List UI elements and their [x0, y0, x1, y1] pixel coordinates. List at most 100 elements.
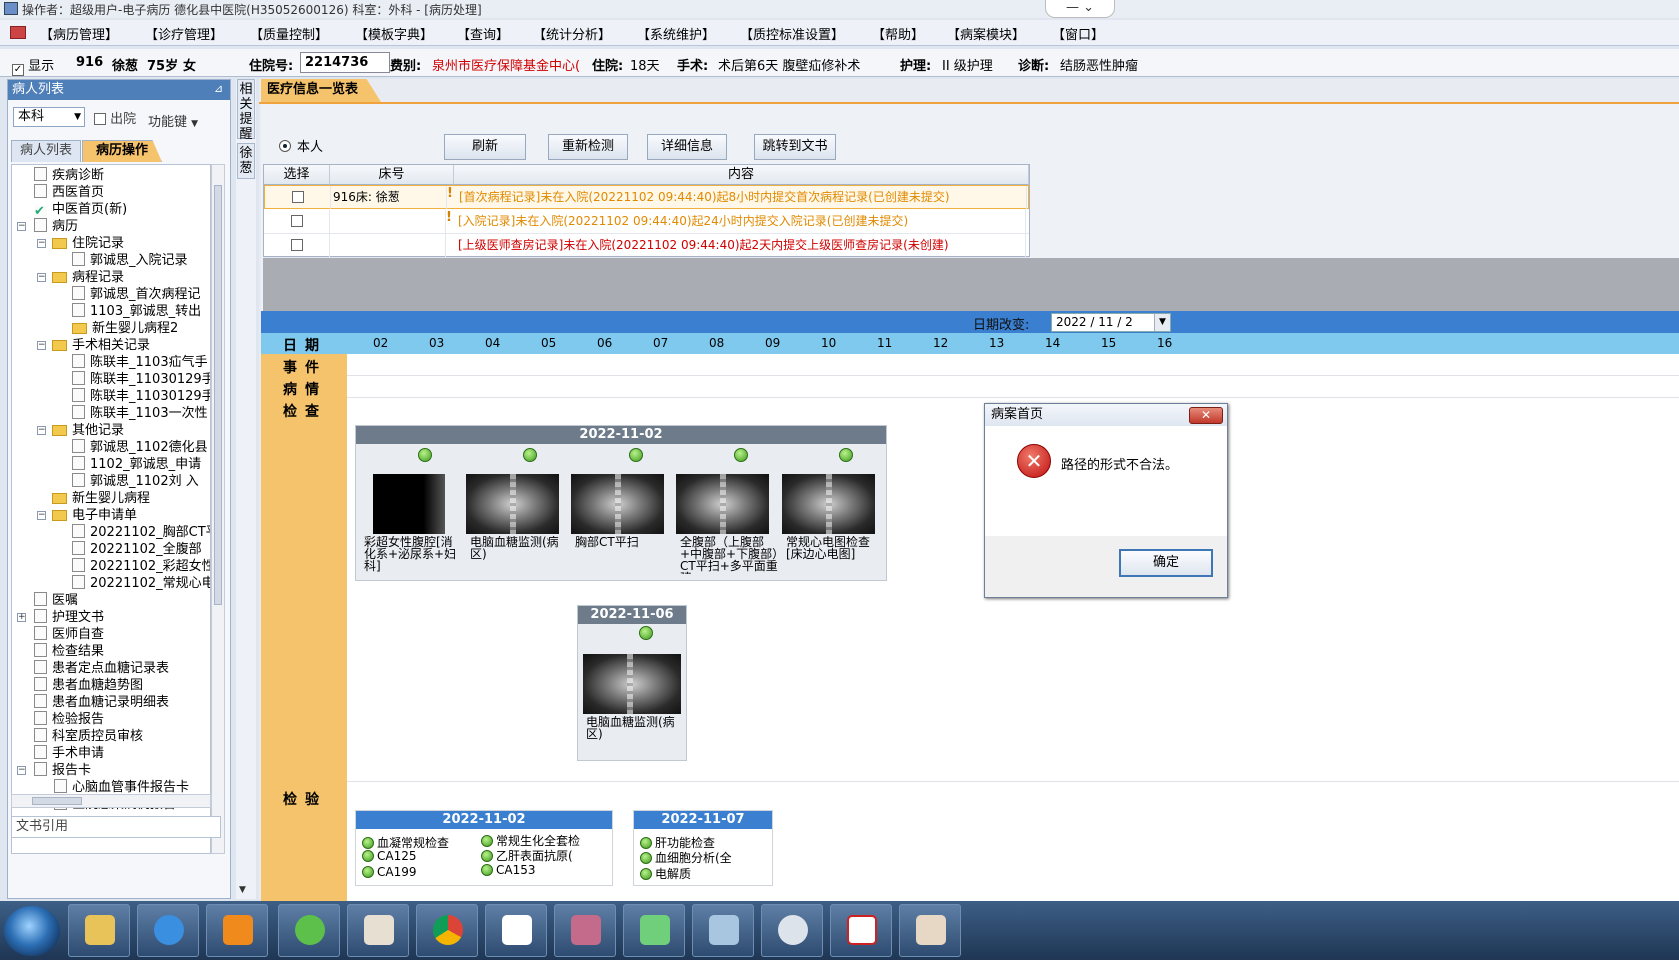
- recheck-button[interactable]: 重新检测: [548, 134, 628, 160]
- tab-medical-info-overview[interactable]: 医疗信息一览表: [261, 79, 381, 102]
- column-header-bed[interactable]: 床号: [330, 165, 454, 185]
- tree-item[interactable]: 20221102_常规心电: [72, 575, 210, 593]
- tree-item[interactable]: 20221102_全腹部: [72, 541, 202, 559]
- taskbar-visual-c[interactable]: [830, 904, 892, 957]
- show-checkbox[interactable]: ✓: [12, 64, 24, 76]
- lab-item[interactable]: CA153: [481, 863, 536, 877]
- scroll-thumb[interactable]: [214, 185, 222, 605]
- tab-related-reminders[interactable]: 相关提醒: [237, 79, 255, 142]
- tree-item[interactable]: 陈联丰_11030129手: [72, 371, 210, 389]
- taskbar-database[interactable]: [554, 904, 616, 957]
- tree-item[interactable]: 郭诚思_入院记录: [72, 252, 188, 270]
- details-button[interactable]: 详细信息: [647, 134, 727, 160]
- exam-thumbnail[interactable]: [466, 474, 559, 534]
- tree-folder[interactable]: 其他记录: [52, 422, 124, 440]
- window-controls[interactable]: — ⌄: [1045, 0, 1115, 18]
- tree-item[interactable]: 科室质控员审核: [34, 728, 143, 746]
- tree-folder[interactable]: 新生婴儿病程2: [72, 320, 178, 338]
- expand-icon[interactable]: +: [17, 613, 26, 622]
- menu-treatment-management[interactable]: 【诊疗管理】: [145, 24, 223, 43]
- department-select[interactable]: 本科 ▼: [13, 107, 85, 127]
- row-checkbox[interactable]: [265, 186, 331, 209]
- taskbar-internet-explorer[interactable]: [137, 904, 199, 957]
- menu-help[interactable]: 【帮助】: [872, 24, 924, 43]
- column-header-content[interactable]: 内容: [454, 165, 1029, 185]
- discharged-checkbox[interactable]: [94, 113, 106, 125]
- tree-horizontal-scrollbar[interactable]: [11, 794, 211, 808]
- radio-icon[interactable]: [279, 140, 291, 152]
- taskbar-file-explorer[interactable]: [68, 904, 130, 957]
- tree-item[interactable]: 医师自查: [34, 626, 104, 644]
- tab-patient-name[interactable]: 徐葱: [237, 143, 255, 179]
- collapse-icon[interactable]: −: [17, 766, 26, 775]
- ok-button[interactable]: 确定: [1119, 549, 1213, 577]
- self-radio[interactable]: 本人: [279, 136, 323, 155]
- exam-thumbnail[interactable]: [571, 474, 664, 534]
- tree-item[interactable]: 患者定点血糖记录表: [34, 660, 169, 678]
- collapse-icon[interactable]: −: [37, 239, 46, 248]
- refresh-button[interactable]: 刷新: [444, 134, 526, 160]
- tree-item[interactable]: 报告卡: [34, 762, 91, 780]
- date-picker[interactable]: 2022 / 11 / 2 ▼: [1051, 313, 1171, 332]
- function-key-dropdown[interactable]: 功能键 ▼: [148, 111, 198, 130]
- tree-item[interactable]: 郭诚思_1102德化县: [72, 439, 208, 457]
- tree-folder[interactable]: 住院记录: [52, 235, 124, 253]
- lab-item[interactable]: CA125: [362, 849, 417, 863]
- scroll-thumb[interactable]: [32, 797, 82, 805]
- tree-folder[interactable]: 电子申请单: [52, 507, 137, 525]
- checkbox-icon[interactable]: [290, 215, 303, 227]
- collapse-icon[interactable]: −: [37, 426, 46, 435]
- tree-item[interactable]: 20221102_胸部CT平: [72, 524, 210, 542]
- exam-thumbnail[interactable]: [373, 474, 445, 534]
- tree-item[interactable]: 郭诚思_1102刘 入: [72, 473, 199, 491]
- pin-icon[interactable]: ⊿: [214, 82, 223, 95]
- tree-item[interactable]: 患者血糖趋势图: [34, 677, 143, 695]
- row-checkbox[interactable]: [264, 234, 330, 257]
- table-row[interactable]: 916床: 徐葱 ! [首次病程记录]未在入院(20221102 09:44:4…: [264, 185, 1029, 209]
- taskbar-blank-document[interactable]: [485, 904, 547, 957]
- close-icon[interactable]: ✕: [1189, 407, 1223, 424]
- tree-folder[interactable]: 手术相关记录: [52, 337, 150, 355]
- checkbox-icon[interactable]: [290, 239, 303, 251]
- tree-item[interactable]: 陈联丰_11030129手: [72, 388, 210, 406]
- start-button[interactable]: [4, 906, 60, 956]
- tree-item[interactable]: 1102_郭诚思_申请: [72, 456, 201, 474]
- taskbar-media-player[interactable]: [206, 904, 268, 957]
- collapse-icon[interactable]: −: [37, 511, 46, 520]
- tree-item[interactable]: 病历: [34, 218, 78, 236]
- menu-statistics[interactable]: 【统计分析】: [533, 24, 611, 43]
- admission-number-field[interactable]: 2214736: [300, 52, 390, 73]
- exam-thumbnail[interactable]: [583, 654, 681, 714]
- menu-record-management[interactable]: 【病历管理】: [40, 24, 118, 43]
- tree-item[interactable]: 20221102_彩超女性: [72, 558, 210, 576]
- exam-thumbnail[interactable]: [782, 474, 875, 534]
- chevron-down-icon[interactable]: ▼: [1154, 314, 1170, 331]
- menu-window[interactable]: 【窗口】: [1052, 24, 1104, 43]
- tree-item[interactable]: 医嘱: [34, 592, 78, 610]
- tree-item[interactable]: 1103_郭诚思_转出: [72, 303, 201, 321]
- collapse-icon[interactable]: −: [37, 341, 46, 350]
- menu-template-dictionary[interactable]: 【模板字典】: [355, 24, 433, 43]
- table-row[interactable]: [上级医师查房记录]未在入院(20221102 09:44:40)起2天内提交上…: [264, 234, 1029, 258]
- tree-item[interactable]: 疾病诊断: [34, 167, 104, 185]
- lab-item[interactable]: CA199: [362, 865, 417, 879]
- tree-vertical-scrollbar[interactable]: [211, 164, 225, 854]
- collapse-icon[interactable]: −: [37, 273, 46, 282]
- menu-system-maintenance[interactable]: 【系统维护】: [637, 24, 715, 43]
- lab-item[interactable]: 乙肝表面抗原(: [481, 847, 573, 864]
- menu-quality-control[interactable]: 【质量控制】: [250, 24, 328, 43]
- jump-to-document-button[interactable]: 跳转到文书: [754, 134, 836, 160]
- show-toggle[interactable]: ✓ 显示: [12, 55, 54, 76]
- tree-item[interactable]: 护理文书: [34, 609, 104, 627]
- taskbar-chrome[interactable]: [416, 904, 478, 957]
- taskbar-app-doctor[interactable]: [347, 904, 409, 957]
- tree-folder[interactable]: 新生婴儿病程: [52, 490, 150, 508]
- checkbox-icon[interactable]: [291, 191, 304, 203]
- tree-item[interactable]: 检查结果: [34, 643, 104, 661]
- tab-patient-list[interactable]: 病人列表: [11, 140, 81, 162]
- tree-item[interactable]: 手术申请: [34, 745, 104, 763]
- tree-item[interactable]: 西医首页: [34, 184, 104, 202]
- lab-item[interactable]: 电解质: [640, 865, 691, 882]
- table-row[interactable]: ! [入院记录]未在入院(20221102 09:44:40)起24小时内提交入…: [264, 210, 1029, 234]
- tree-item[interactable]: 陈联丰_1103疝气手: [72, 354, 208, 372]
